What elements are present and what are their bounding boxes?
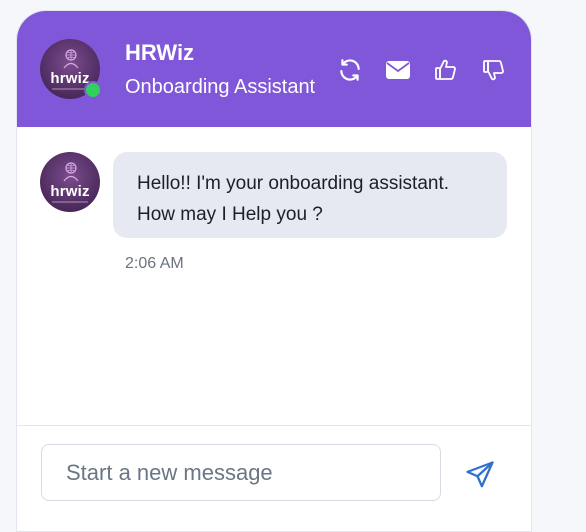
chat-header: hrwiz HRWiz Onboarding Assistant xyxy=(17,11,531,127)
refresh-icon xyxy=(340,59,360,81)
avatar-tagline xyxy=(52,88,88,90)
assistant-name: HRWiz xyxy=(125,40,195,65)
message-avatar: hrwiz xyxy=(40,152,100,212)
thumbs-up-button[interactable] xyxy=(432,56,460,84)
message-bubble: Hello!! I'm your onboarding assistant. H… xyxy=(113,152,507,238)
thumbs-down-button[interactable] xyxy=(480,56,508,84)
online-status-dot xyxy=(84,81,102,99)
paper-plane-icon xyxy=(466,461,494,488)
message-timestamp: 2:06 AM xyxy=(125,255,184,272)
globe-person-icon xyxy=(63,162,79,182)
email-transcript-button[interactable] xyxy=(384,56,412,84)
globe-person-icon xyxy=(63,49,79,69)
message-line: Hello!! I'm your onboarding assistant. xyxy=(137,173,450,194)
composer-divider xyxy=(17,425,531,426)
assistant-role: Onboarding Assistant xyxy=(125,76,316,98)
envelope-icon xyxy=(386,61,410,79)
send-button[interactable] xyxy=(463,458,497,492)
message-list: hrwiz Hello!! I'm your onboarding assist… xyxy=(17,127,531,425)
avatar-logo-text: hrwiz xyxy=(50,183,90,200)
thumbs-up-icon xyxy=(435,59,456,80)
avatar-tagline xyxy=(52,201,88,203)
thumbs-down-icon xyxy=(483,60,504,81)
chat-widget: hrwiz HRWiz Onboarding Assistant hrwiz H… xyxy=(16,10,532,532)
refresh-button[interactable] xyxy=(336,56,364,84)
message-input[interactable] xyxy=(41,444,441,501)
message-line: How may I Help you ? xyxy=(137,204,323,225)
